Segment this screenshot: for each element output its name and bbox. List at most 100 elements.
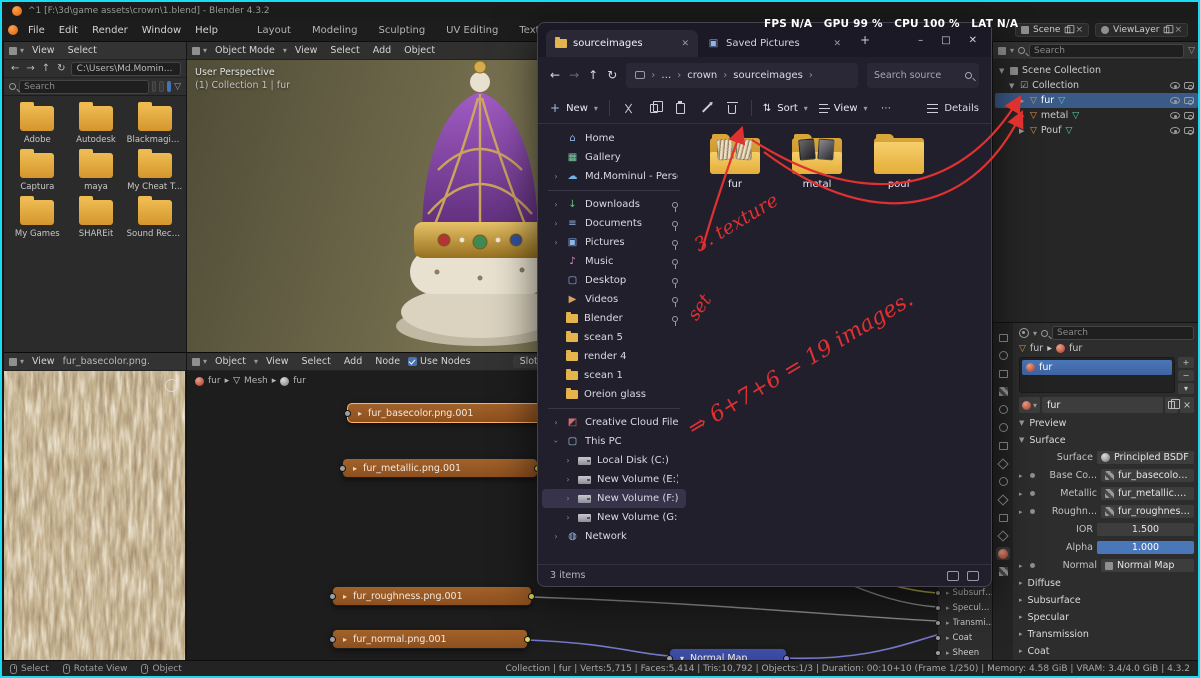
back-icon[interactable]: ← (9, 63, 21, 74)
address-bar[interactable]: › … › crown › sourceimages › (626, 62, 858, 88)
roughness-value-button[interactable]: fur_roughness.png.001 (1101, 505, 1194, 518)
surface-value-button[interactable]: Principled BSDF (1097, 451, 1194, 464)
menu-render[interactable]: Render (85, 23, 135, 38)
close-window-icon[interactable]: ✕ (969, 35, 977, 46)
sidebar-item-home[interactable]: ⌂ Home (542, 129, 686, 148)
unlink-material-button[interactable]: × (1180, 397, 1194, 413)
sidebar-item-new-volume-e[interactable]: › New Volume (E:) (542, 470, 686, 489)
maximize-icon[interactable]: □ (941, 35, 950, 46)
sidebar-item-scean5[interactable]: scean 5 (542, 328, 686, 347)
row-object-pouf[interactable]: ▶ ▽ Pouf ▽ (995, 123, 1198, 138)
more-options-icon[interactable]: ⋯ (879, 101, 894, 116)
image-name[interactable]: fur_basecolor.png. (63, 356, 181, 367)
row-object-metal[interactable]: ▶ ▽ metal ▽ (995, 108, 1198, 123)
normal-value-button[interactable]: Normal Map (1101, 559, 1194, 572)
node-fur-metallic[interactable]: ▸ fur_metallic.png.001 (339, 458, 541, 478)
preview-section-header[interactable]: ▼ Preview (1019, 416, 1194, 430)
fb-folder-maya[interactable]: maya (67, 149, 126, 192)
img-menu-view[interactable]: View (27, 356, 60, 367)
display-horizontal-list-icon[interactable] (159, 81, 164, 92)
tab-scene-icon[interactable] (996, 403, 1010, 416)
new-viewlayer-icon[interactable] (1164, 25, 1174, 34)
close-tab-icon[interactable]: ✕ (833, 39, 841, 49)
fb-folder-shareit[interactable]: SHAREit (67, 196, 126, 239)
list-view-icon[interactable] (947, 570, 959, 581)
crumb-ellipsis[interactable]: … (661, 70, 671, 81)
sidebar-item-blender[interactable]: Blender (542, 309, 686, 328)
mode-selector[interactable]: Object Mode (210, 45, 280, 56)
tab-modeling[interactable]: Modeling (302, 22, 368, 39)
sidebar-item-videos[interactable]: ▶ Videos (542, 290, 686, 309)
close-tab-icon[interactable]: ✕ (681, 39, 689, 49)
menu-file[interactable]: File (21, 23, 52, 38)
camera-icon[interactable] (1184, 82, 1194, 90)
editor-type-icon[interactable] (192, 46, 200, 55)
properties-search-input[interactable] (1052, 326, 1194, 340)
row-object-fur[interactable]: ▶ ▽ fur ▽ (995, 93, 1198, 108)
details-button[interactable]: Details (927, 103, 979, 114)
fb-folder-autodesk[interactable]: Autodesk (67, 102, 126, 145)
view-button[interactable]: View ▾ (818, 103, 868, 114)
close-scene-icon[interactable]: × (1075, 25, 1083, 35)
close-viewlayer-icon[interactable]: × (1174, 25, 1182, 35)
fb-menu-view[interactable]: View (27, 45, 60, 56)
forward-icon[interactable]: → (569, 68, 579, 82)
menu-window[interactable]: Window (135, 23, 188, 38)
sidebar-item-local-disk-c[interactable]: › Local Disk (C:) (542, 451, 686, 470)
ior-slider[interactable]: 1.500 (1097, 523, 1194, 536)
vp-menu-select[interactable]: Select (325, 45, 364, 56)
tab-material-icon[interactable] (996, 547, 1010, 560)
forward-icon[interactable]: → (24, 63, 36, 74)
collection-checkbox-icon[interactable]: ☑ (1020, 81, 1028, 91)
crumb-sourceimages[interactable]: sourceimages (733, 70, 803, 81)
delete-icon[interactable] (725, 101, 740, 116)
scene-selector[interactable]: Scene × (1015, 23, 1089, 37)
tab-render-icon[interactable] (996, 349, 1010, 362)
surface-section-header[interactable]: ▼ Surface (1019, 433, 1194, 447)
camera-icon[interactable] (1184, 127, 1194, 135)
sidebar-item-music[interactable]: ♪ Music (542, 252, 686, 271)
paste-icon[interactable] (673, 101, 688, 116)
tab-sculpting[interactable]: Sculpting (368, 22, 435, 39)
tab-object-icon[interactable] (996, 439, 1010, 452)
tab-world-icon[interactable] (996, 421, 1010, 434)
tab-layout[interactable]: Layout (247, 22, 301, 39)
tab-modifiers-icon[interactable] (996, 457, 1010, 470)
sidebar-item-this-pc[interactable]: › ▢ This PC (542, 432, 686, 451)
alpha-slider[interactable]: 1.000 (1097, 541, 1194, 554)
fb-folder-adobe[interactable]: Adobe (8, 102, 67, 145)
camera-icon[interactable] (1184, 97, 1194, 105)
up-icon[interactable]: ↑ (40, 63, 52, 74)
copy-material-button[interactable] (1165, 397, 1181, 413)
editor-type-icon[interactable] (998, 46, 1006, 55)
add-slot-button[interactable]: + (1178, 357, 1194, 368)
copy-icon[interactable] (647, 100, 664, 116)
refresh-icon[interactable]: ↻ (55, 63, 67, 74)
filter-funnel-icon[interactable]: ▽ (174, 82, 181, 92)
thumbnail-view-icon[interactable] (967, 570, 979, 581)
slot-specials-button[interactable]: ▾ (1178, 383, 1194, 394)
eye-icon[interactable] (1170, 127, 1180, 134)
sort-button[interactable]: ⇅ Sort ▾ (763, 103, 808, 114)
sidebar-item-render4[interactable]: render 4 (542, 347, 686, 366)
crumb-crown[interactable]: crown (687, 70, 717, 81)
fb-folder-my-games[interactable]: My Games (8, 196, 67, 239)
sidebar-item-documents[interactable]: › ≡ Documents (542, 214, 686, 233)
menu-edit[interactable]: Edit (52, 23, 85, 38)
folder-tile-fur[interactable]: fur (702, 134, 768, 190)
tab-tool-icon[interactable] (996, 331, 1010, 344)
node-principled-bsdf[interactable]: ▸Subsurfa... ▸Specula... ▸Transmi... ▸Co… (935, 581, 992, 662)
tab-saved-pictures[interactable]: ▣ Saved Pictures ✕ (698, 30, 850, 57)
image-editor[interactable]: ▾ View fur_basecolor.png. (4, 352, 187, 662)
row-scene-collection[interactable]: ▼ Scene Collection (995, 63, 1198, 78)
editor-type-icon[interactable] (9, 357, 17, 366)
sidebar-item-oreion-glass[interactable]: Oreion glass (542, 385, 686, 404)
fb-folder-blackmagic[interactable]: Blackmagic ... (125, 102, 184, 145)
base-color-value-button[interactable]: fur_basecolor.png.001 (1101, 469, 1194, 482)
sidebar-item-creative-cloud[interactable]: ›◩Creative Cloud Files Personal Ac (542, 413, 686, 432)
fb-search-input[interactable] (19, 79, 149, 94)
tab-particles-icon[interactable] (996, 475, 1010, 488)
tab-sourceimages[interactable]: sourceimages ✕ (546, 30, 698, 57)
explorer-file-area[interactable]: fur metal pouf (690, 124, 991, 564)
tab-constraints-icon[interactable] (996, 511, 1010, 524)
